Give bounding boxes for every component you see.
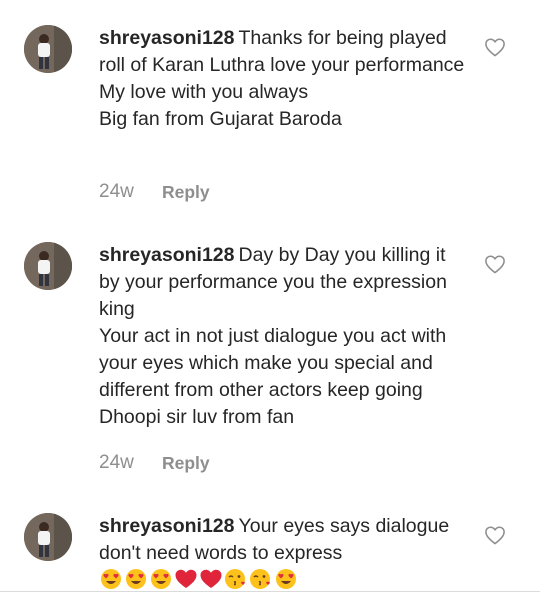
avatar[interactable] (24, 242, 72, 290)
red-heart-icon (175, 569, 197, 588)
comment-meta: 24w Reply (99, 452, 210, 474)
reply-button[interactable]: Reply (162, 453, 210, 474)
comment-text: shreyasoni128 Thanks for being played rol… (99, 25, 469, 133)
comment-timestamp: 24w (99, 181, 134, 202)
heart-outline-icon[interactable] (484, 37, 506, 57)
comment-body: Day by Day you killing it by your perfor… (99, 244, 447, 428)
emoji-row (99, 568, 298, 590)
comment-meta: 24w Reply (99, 181, 210, 203)
face-blowing-a-kiss-icon (225, 569, 245, 589)
heart-outline-icon[interactable] (484, 254, 506, 274)
avatar[interactable] (24, 25, 72, 73)
comment-username[interactable]: shreyasoni128 (99, 244, 235, 266)
user-avatar-icon (24, 242, 72, 290)
heart-outline-icon[interactable] (484, 525, 506, 545)
face-blowing-a-kiss-icon (250, 569, 270, 589)
smiling-face-with-heart-eyes-icon (151, 569, 171, 589)
smiling-face-with-heart-eyes-icon (276, 569, 296, 589)
smiling-face-with-heart-eyes-icon (101, 569, 121, 589)
divider (0, 591, 540, 592)
comment-username[interactable]: shreyasoni128 (99, 27, 235, 49)
red-heart-icon (200, 569, 222, 588)
avatar[interactable] (24, 513, 72, 561)
user-avatar-icon (24, 513, 72, 561)
reply-button[interactable]: Reply (162, 182, 210, 203)
comment-username[interactable]: shreyasoni128 (99, 515, 235, 537)
comment-text: shreyasoni128 Your eyes says dialogue don… (99, 513, 469, 567)
comment-timestamp: 24w (99, 452, 134, 473)
user-avatar-icon (24, 25, 72, 73)
comment-text: shreyasoni128 Day by Day you killing it b… (99, 242, 469, 431)
comments-list: shreyasoni128 Thanks for being played rol… (0, 0, 540, 594)
smiling-face-with-heart-eyes-icon (126, 569, 146, 589)
